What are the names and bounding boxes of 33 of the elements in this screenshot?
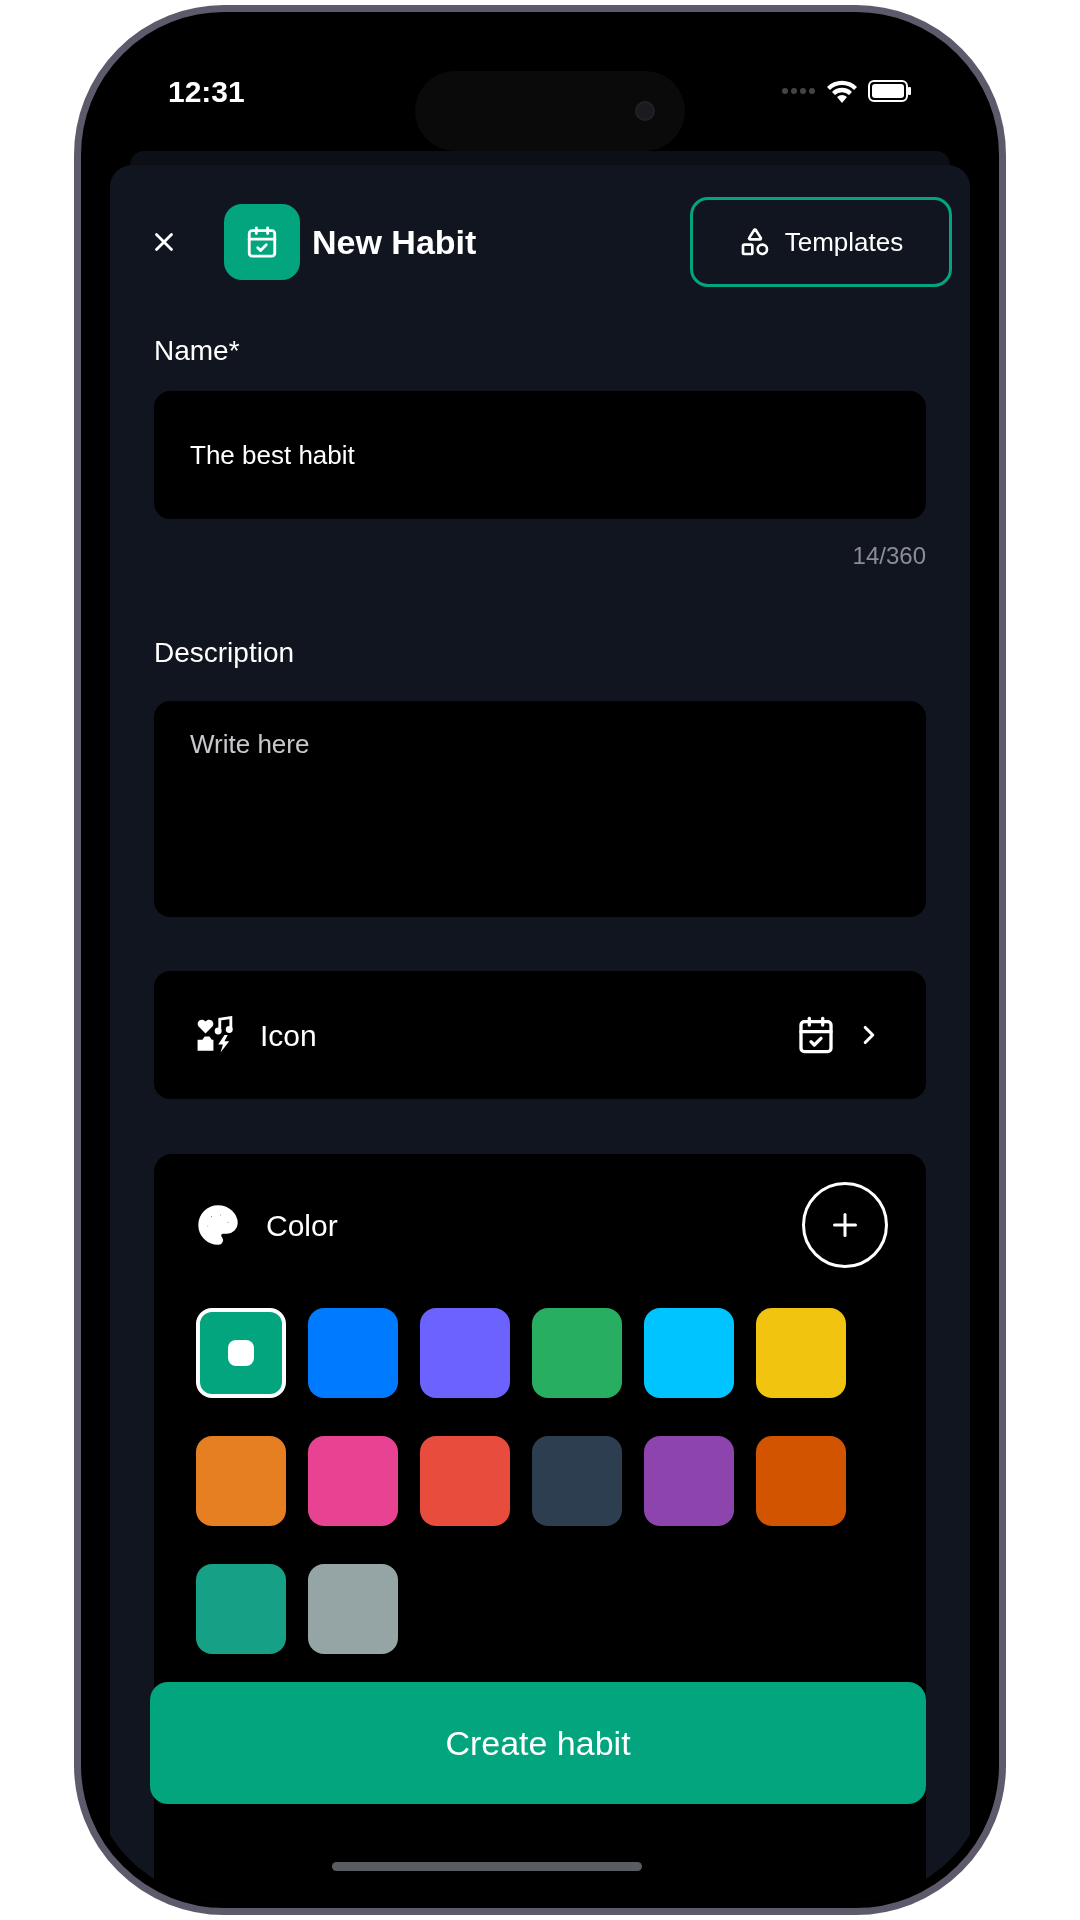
name-field[interactable]: The best habit <box>154 391 926 519</box>
color-swatch[interactable] <box>644 1308 734 1398</box>
color-swatch[interactable] <box>196 1308 286 1398</box>
sheet-title: New Habit <box>312 221 477 263</box>
collage-icon <box>196 1016 234 1054</box>
color-swatch[interactable] <box>532 1436 622 1526</box>
description-field[interactable]: Write here <box>154 701 926 917</box>
color-swatch[interactable] <box>756 1308 846 1398</box>
section-label: Color <box>266 1207 338 1244</box>
signal-icon <box>782 88 816 94</box>
selected-marker-icon <box>228 1340 254 1366</box>
color-swatch[interactable] <box>420 1436 510 1526</box>
color-swatch[interactable] <box>196 1436 286 1526</box>
status-time: 12:31 <box>168 73 245 110</box>
color-swatch[interactable] <box>420 1308 510 1398</box>
color-swatch[interactable] <box>308 1308 398 1398</box>
calendar-check-icon <box>796 1015 836 1055</box>
field-label: Name* <box>154 334 241 368</box>
color-swatch[interactable] <box>196 1564 286 1654</box>
color-swatch[interactable] <box>644 1436 734 1526</box>
icon-picker-row[interactable]: Icon <box>154 971 926 1099</box>
battery-icon <box>868 80 912 102</box>
palette-icon <box>196 1203 240 1247</box>
color-swatch[interactable] <box>308 1436 398 1526</box>
color-swatch[interactable] <box>532 1308 622 1398</box>
calendar-check-icon <box>224 204 300 280</box>
color-swatch[interactable] <box>756 1436 846 1526</box>
add-color-button[interactable] <box>802 1182 888 1268</box>
color-swatch[interactable] <box>308 1564 398 1654</box>
templates-button[interactable]: Templates <box>690 197 952 287</box>
character-counter: 14/360 <box>852 541 926 571</box>
wifi-icon <box>826 79 858 103</box>
field-label: Description <box>154 636 296 670</box>
